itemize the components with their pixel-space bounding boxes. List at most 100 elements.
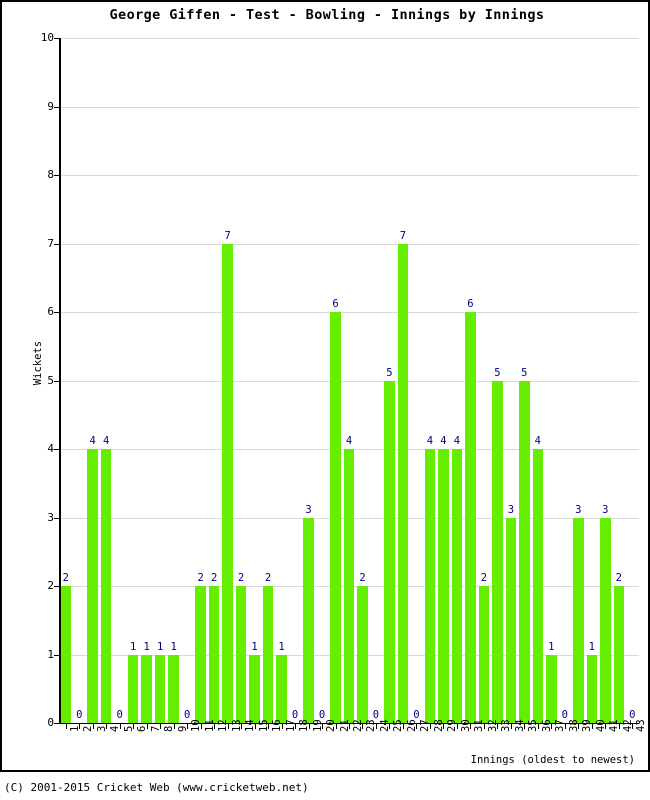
y-axis-tick-label: 3 [47, 510, 54, 524]
bar-value-label: 2 [197, 572, 204, 584]
x-axis-tick-mark [456, 724, 458, 729]
bar [397, 243, 409, 723]
bar [532, 449, 544, 723]
y-axis-tick-mark [54, 175, 60, 176]
bar [384, 380, 395, 723]
bar [262, 586, 274, 723]
bar [195, 586, 206, 723]
bar-value-label: 3 [602, 503, 609, 516]
bar [60, 586, 71, 723]
gridline [59, 312, 639, 313]
bar [505, 517, 517, 723]
bar-value-label: 1 [170, 640, 177, 653]
bar-value-label: 5 [494, 366, 501, 379]
gridline [59, 380, 639, 382]
x-axis-tick-mark [510, 724, 512, 729]
y-axis-tick-label: 7 [47, 236, 54, 250]
y-axis-tick-mark [54, 380, 60, 382]
x-axis-tick-mark [443, 724, 445, 729]
bar-value-label: 4 [89, 435, 96, 447]
x-axis-tick-mark [591, 724, 593, 729]
x-axis-tick-mark [133, 724, 135, 729]
x-axis-tick-mark [308, 724, 310, 729]
bar-value-label: 7 [224, 229, 231, 242]
y-axis-tick-label: 8 [47, 168, 54, 181]
bar [343, 449, 355, 723]
bar [438, 449, 449, 723]
x-axis-tick-mark [335, 724, 337, 729]
bar [330, 312, 341, 723]
gridline [59, 175, 639, 176]
bar [87, 449, 98, 723]
bar-value-label: 6 [332, 298, 339, 310]
x-axis-tick-mark [295, 724, 297, 729]
bar-value-label: 4 [440, 435, 447, 447]
bar [424, 449, 436, 723]
bar-value-label: 1 [130, 640, 137, 653]
x-axis-tick-mark [254, 724, 256, 729]
y-axis-tick-mark [54, 654, 60, 656]
bar [613, 586, 625, 723]
x-axis-tick-mark [564, 724, 566, 729]
x-axis-label: Innings (oldest to newest) [470, 754, 635, 766]
chart-frame: George Giffen - Test - Bowling - Innings… [0, 0, 650, 772]
bar [465, 312, 476, 723]
x-axis-tick-label: 43 [635, 719, 648, 732]
x-axis-tick-mark [524, 724, 526, 729]
y-axis-tick-label: 2 [47, 579, 54, 592]
bar-value-label: 5 [386, 366, 393, 379]
x-axis-tick-mark [402, 724, 404, 729]
bar-value-label: 4 [345, 435, 353, 447]
bar-value-label: 2 [615, 572, 622, 584]
x-axis-tick-mark [429, 724, 431, 729]
chart-page: George Giffen - Test - Bowling - Innings… [0, 0, 650, 800]
y-axis-tick-mark [54, 517, 60, 519]
bar-value-label: 2 [264, 572, 272, 584]
x-axis-tick-mark [632, 724, 634, 729]
x-axis-tick-mark [349, 724, 350, 729]
bar [208, 586, 220, 723]
bar [303, 517, 314, 723]
x-axis-tick-mark [214, 724, 216, 729]
x-axis-tick-mark [551, 724, 553, 729]
x-axis-tick-mark [416, 724, 418, 729]
bar-value-label: 1 [278, 640, 285, 653]
x-axis-tick-mark [160, 724, 162, 729]
copyright-footer: (C) 2001-2015 Cricket Web (www.cricketwe… [4, 781, 309, 794]
bar-value-label: 0 [76, 709, 83, 721]
bar-value-label: 4 [103, 435, 110, 447]
y-axis-tick-mark [54, 449, 60, 450]
bar [451, 449, 463, 723]
bar-value-label: 2 [62, 572, 69, 584]
bar-value-label: 3 [305, 503, 312, 516]
bar [222, 243, 233, 723]
bar-value-label: 2 [480, 572, 488, 584]
x-axis-tick-mark [173, 724, 175, 729]
bar [154, 654, 166, 723]
bar [478, 586, 490, 723]
page-title: George Giffen - Test - Bowling - Innings… [109, 7, 545, 23]
y-axis-tick-mark [54, 723, 60, 724]
x-axis-tick-mark [65, 724, 67, 729]
y-axis-tick-mark [54, 38, 60, 39]
bar-value-label: 3 [507, 503, 515, 516]
bar-value-label: 2 [237, 572, 245, 584]
x-axis-tick-mark [106, 724, 108, 729]
bar-value-label: 5 [521, 366, 528, 379]
y-axis-tick-mark [54, 312, 60, 313]
bar-value-label: 2 [359, 572, 366, 584]
x-axis-tick-mark [362, 724, 364, 729]
bar [276, 654, 287, 723]
y-axis-tick-mark [54, 586, 60, 587]
y-axis-tick-label: 10 [40, 31, 54, 44]
bar [586, 654, 598, 723]
bar [249, 654, 260, 723]
bar [100, 449, 112, 723]
bar-value-label: 4 [426, 435, 434, 447]
x-axis-tick-mark [281, 724, 283, 729]
x-axis-tick-mark [605, 724, 607, 729]
x-axis-tick-mark [227, 724, 229, 729]
x-axis-tick-mark [79, 724, 81, 729]
x-axis-tick-mark [537, 724, 539, 729]
y-axis-tick-label: 4 [47, 442, 54, 455]
